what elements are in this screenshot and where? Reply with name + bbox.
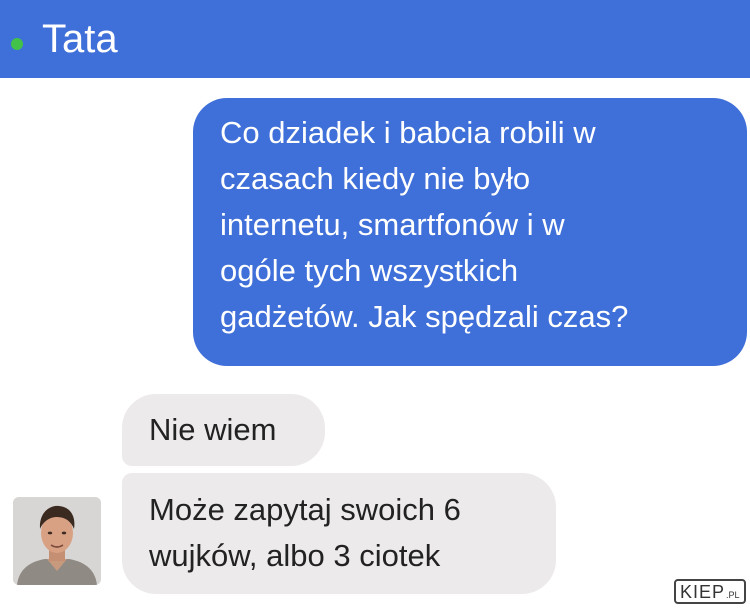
outgoing-message[interactable]: Co dziadek i babcia robili w czasach kie… — [193, 98, 747, 366]
contact-name[interactable]: Tata — [42, 15, 118, 63]
online-status-icon — [11, 38, 23, 50]
contact-avatar[interactable] — [13, 497, 101, 585]
avatar-photo-icon — [13, 497, 101, 585]
chat-header: Tata — [0, 0, 750, 78]
incoming-message[interactable]: Może zapytaj swoich 6 wujków, albo 3 cio… — [122, 473, 556, 594]
incoming-message[interactable]: Nie wiem — [122, 394, 325, 466]
watermark-text: KIEP — [680, 581, 726, 602]
watermark-suffix: .PL — [726, 589, 740, 600]
watermark-logo: KIEP .PL — [674, 579, 746, 604]
